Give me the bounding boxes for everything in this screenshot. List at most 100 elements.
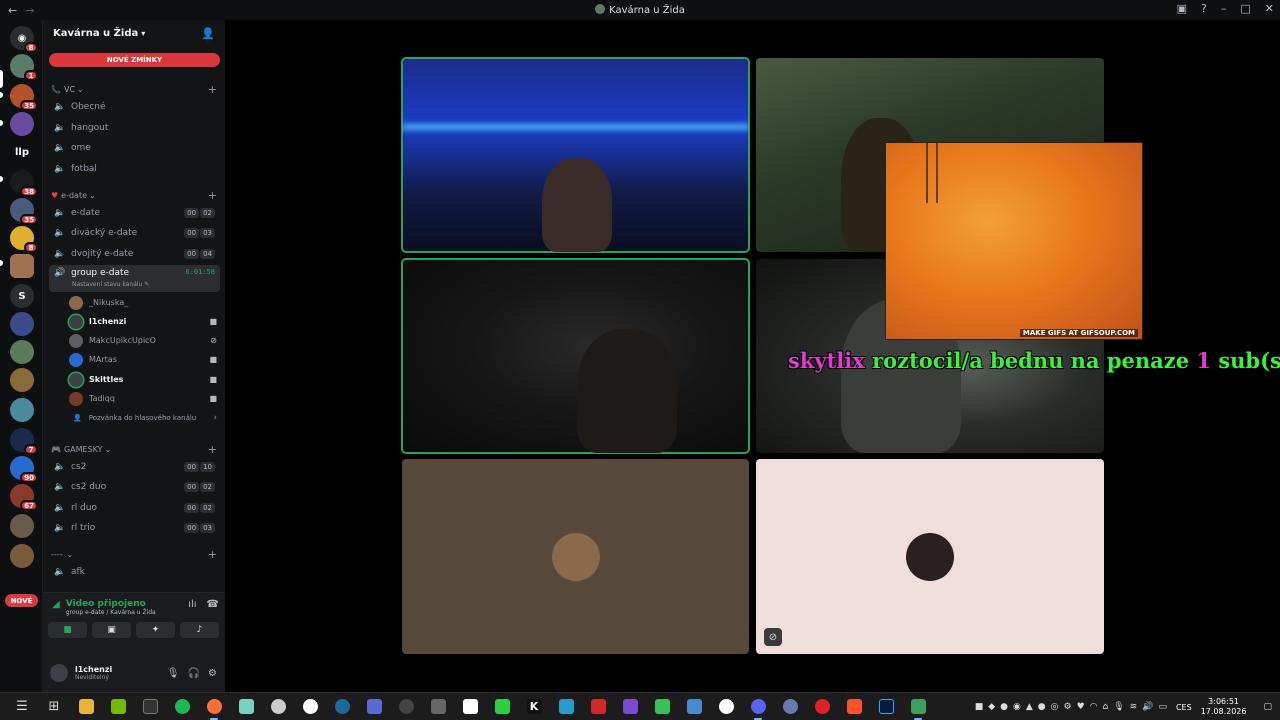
brave-icon[interactable] [838,693,870,720]
camera-button[interactable]: ■ [48,622,87,638]
category-vc[interactable]: 📞 VC ⌄ + [51,82,217,96]
server-10[interactable] [10,312,34,336]
app-icon[interactable] [230,693,262,720]
minimize-icon[interactable]: – [1221,2,1227,15]
tray-app-icon[interactable]: ⚙ [1064,702,1072,712]
app-icon[interactable] [454,693,486,720]
server-12[interactable] [10,368,34,392]
server-2[interactable]: 35 [10,84,38,111]
video-tile[interactable] [401,258,750,454]
microphone-icon[interactable]: 🎙 [167,668,180,679]
app-icon[interactable] [358,693,390,720]
clock-app-icon[interactable] [294,693,326,720]
firefox-icon[interactable] [198,693,230,720]
help-icon[interactable]: ? [1201,2,1207,15]
server-7[interactable]: 8 [10,226,38,253]
server-16[interactable]: 67 [10,484,38,511]
server-15[interactable]: 90 [10,456,38,483]
app-icon[interactable] [646,693,678,720]
channel-status-setting[interactable]: Nastavení stavu kanálu ✎ [72,281,149,288]
discord-icon[interactable] [742,693,774,720]
voice-member[interactable]: MakcUpikcUpicO ⊘ [69,332,217,349]
tray-app-icon[interactable]: ■ [975,702,984,712]
app-icon[interactable] [486,693,518,720]
category-edate[interactable]: ♥ e-date ⌄ + [51,188,217,202]
channel-rl-trio[interactable]: 🔈 rl trio 00 03 [49,518,220,537]
noise-suppression-icon[interactable]: ılı [188,599,196,610]
app-icon[interactable] [774,693,806,720]
category-dashes[interactable]: ---- ⌄ + [51,547,217,561]
screen-share-button[interactable]: ▣ [92,622,131,638]
inbox-icon[interactable]: ▣ [1177,2,1187,15]
server-14[interactable]: 7 [10,428,38,455]
voice-status[interactable]: Video připojeno [66,599,156,609]
wifi-signal-icon[interactable]: ≋ [1130,702,1138,712]
voice-location[interactable]: group e-date / Kavárna u Žida [66,609,156,616]
video-tile[interactable] [402,459,749,654]
server-17[interactable] [10,514,34,538]
voice-invite-row[interactable]: 👤 Pozvánka do hlasového kanálu › [73,410,217,426]
tray-app-icon[interactable]: ● [1000,702,1008,712]
battery-icon[interactable]: ▭ [1158,702,1167,712]
server-llp[interactable]: llp [10,140,34,164]
app-icon[interactable] [550,693,582,720]
notifications-icon[interactable]: ▢ [1263,702,1272,712]
gear-icon[interactable]: ⚙ [208,668,217,679]
terminal-icon[interactable] [134,693,166,720]
channel-edate[interactable]: 🔈 e-date 00 02 [49,203,220,222]
channel-cs2[interactable]: 🔈 cs2 00 10 [49,457,220,476]
widgets-icon[interactable]: ☰ [6,693,38,720]
steam-icon[interactable] [326,693,358,720]
channel-rl-duo[interactable]: 🔈 rl duo 00 02 [49,498,220,517]
language-indicator[interactable]: CES [1176,703,1192,712]
server-6[interactable]: 35 [10,198,38,225]
channel-cs2-duo[interactable]: 🔈 cs2 duo 00 02 [49,477,220,496]
add-channel-icon[interactable]: + [208,548,217,561]
add-member-icon[interactable]: 👤 [201,27,215,40]
app-icon[interactable] [902,693,934,720]
app-icon[interactable] [614,693,646,720]
tray-app-icon[interactable]: ♥ [1077,702,1085,712]
soundboard-button[interactable]: ♪ [180,622,219,638]
mic-tray-icon[interactable]: 🎙 [1113,702,1124,712]
kick-icon[interactable]: K [518,693,550,720]
guild-header[interactable]: Kavárna u Žida ▾ 👤 [43,20,225,47]
new-unreads-pill[interactable]: NOVÉ [5,594,38,607]
new-mentions-button[interactable]: NOVÉ ZMÍNKY [49,53,220,67]
voice-member[interactable]: l1chenzi ■ [69,313,217,330]
app-icon[interactable] [678,693,710,720]
video-tile[interactable]: ⊘ [756,459,1104,654]
back-arrow-icon[interactable]: ← [8,4,17,17]
server-3[interactable] [10,112,34,136]
channel-obecne[interactable]: 🔈 Obecné [49,97,220,116]
app-icon[interactable] [582,693,614,720]
photoshop-icon[interactable] [870,693,902,720]
app-icon[interactable] [390,693,422,720]
server-18[interactable] [10,544,34,568]
add-channel-icon[interactable]: + [208,189,217,202]
maximize-icon[interactable]: □ [1240,2,1250,15]
clock[interactable]: 3:06:51 17.08.2026 [1201,697,1247,717]
voice-member[interactable]: Tadiqq ■ [69,390,217,407]
server-s[interactable]: S [10,284,34,308]
disconnect-icon[interactable]: ☎ [207,599,219,610]
calculator-icon[interactable] [422,693,454,720]
add-channel-icon[interactable]: + [208,443,217,456]
channel-afk[interactable]: 🔈 afk [49,562,220,581]
channel-ome[interactable]: 🔈 ome [49,138,220,157]
close-icon[interactable]: ✕ [1265,2,1274,15]
channel-dvojity[interactable]: 🔈 dvojitý e-date 00 04 [49,244,220,263]
wifi-icon[interactable]: ◠ [1090,702,1098,712]
voice-member[interactable]: _Nikuska_ [69,294,217,311]
server-13[interactable] [10,398,34,422]
channel-fotbal[interactable]: 🔈 fotbal [49,159,220,178]
add-channel-icon[interactable]: + [208,83,217,96]
server-5[interactable]: 38 [10,170,38,197]
app-icon[interactable] [262,693,294,720]
tray-app-icon[interactable]: ◎ [1051,702,1059,712]
server-11[interactable] [10,340,34,364]
channel-divacky[interactable]: 🔈 divácký e-date 00 03 [49,223,220,242]
activities-button[interactable]: ✦ [136,622,175,638]
category-gamesky[interactable]: 🎮 GAMESKY ⌄ + [51,442,217,456]
channel-hangout[interactable]: 🔈 hangout [49,118,220,137]
